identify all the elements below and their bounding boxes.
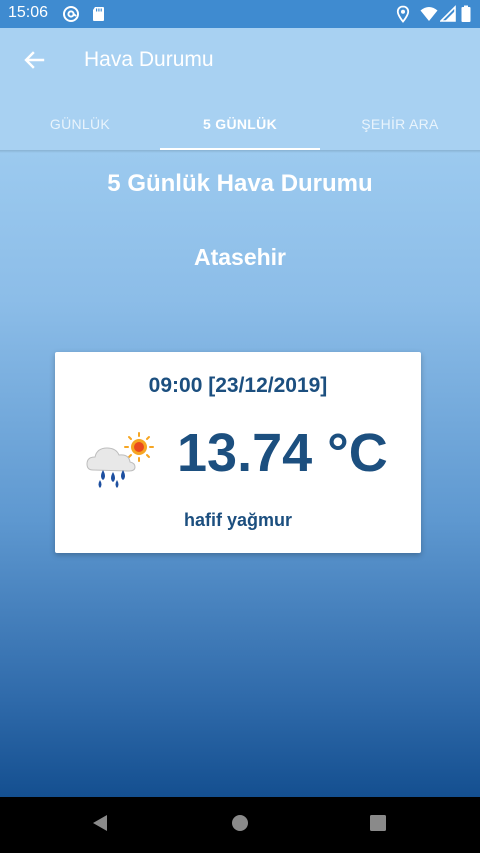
nav-recents-icon	[368, 813, 388, 837]
nav-back-icon	[90, 813, 110, 837]
page-title: 5 Günlük Hava Durumu	[107, 170, 373, 197]
battery-icon	[460, 5, 472, 23]
temperature-value: 13.74 °C	[177, 423, 388, 483]
location-icon	[394, 5, 412, 23]
nav-back-button[interactable]	[86, 811, 114, 839]
tab-bar: GÜNLÜK 5 GÜNLÜK ŞEHİR ARA	[0, 98, 480, 150]
system-nav-bar	[0, 797, 480, 853]
signal-icon	[439, 5, 458, 23]
city-name: Atasehir	[193, 244, 287, 270]
back-button[interactable]	[14, 46, 54, 78]
at-sign-icon	[62, 5, 80, 23]
app-bar: Hava Durumu GÜNLÜK 5 GÜNLÜK ŞEHİR ARA	[0, 28, 480, 150]
tab-five-day[interactable]: 5 GÜNLÜK	[160, 98, 320, 150]
sd-card-icon	[90, 5, 108, 23]
wifi-icon	[420, 5, 438, 23]
status-time: 15:06	[8, 4, 49, 21]
forecast-datetime: 09:00 [23/12/2019]	[148, 374, 328, 397]
nav-home-button[interactable]	[226, 811, 254, 839]
forecast-card: 09:00 [23/12/2019] 13.74 °C hafif yağmur	[55, 352, 421, 553]
tab-daily[interactable]: GÜNLÜK	[0, 98, 160, 150]
tab-city-search[interactable]: ŞEHİR ARA	[320, 98, 480, 150]
nav-recents-button[interactable]	[364, 811, 392, 839]
arrow-back-icon	[23, 49, 45, 75]
status-bar: 15:06	[0, 0, 480, 28]
nav-home-icon	[230, 813, 250, 837]
light-rain-sun-icon	[83, 430, 159, 490]
weather-description: hafif yağmur	[183, 510, 293, 530]
app-bar-shadow	[0, 150, 480, 153]
app-title: Hava Durumu	[84, 48, 214, 71]
